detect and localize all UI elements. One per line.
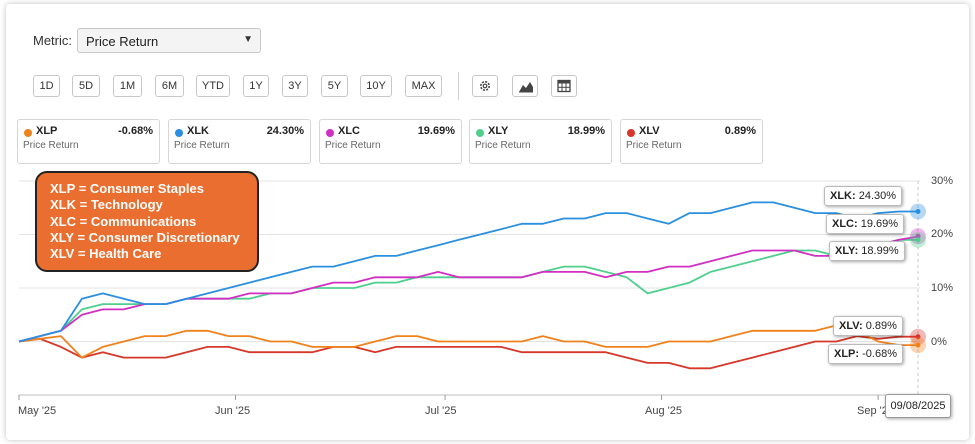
x-tick-label: Aug '25 xyxy=(645,405,682,417)
crosshair-date-label: 09/08/2025 xyxy=(885,394,951,418)
legend-note-line: XLY = Consumer Discretionary xyxy=(50,229,240,245)
sector-legend-note: XLP = Consumer Staples XLK = Technology … xyxy=(35,171,259,272)
y-tick-label: 0% xyxy=(931,336,947,348)
series-end-point-xlk xyxy=(915,208,921,214)
legend-note-line: XLC = Communications xyxy=(50,213,197,229)
x-tick-label: Jun '25 xyxy=(215,405,251,417)
x-tick-label: Jul '25 xyxy=(425,405,457,417)
end-label-xlc: XLC: 19.69% xyxy=(826,214,905,234)
legend-note-line: XLK = Technology xyxy=(50,197,163,213)
series-end-point-xlp xyxy=(915,342,921,348)
legend-note-line: XLV = Health Care xyxy=(50,246,162,262)
y-tick-label: 30% xyxy=(931,175,954,187)
y-tick-label: 20% xyxy=(931,228,954,240)
end-label-xly: XLY: 18.99% xyxy=(829,241,905,261)
y-tick-label: 10% xyxy=(931,282,954,294)
legend-note-line: XLP = Consumer Staples xyxy=(50,181,205,196)
series-end-point-xly xyxy=(915,237,921,243)
x-tick-label: May '25 xyxy=(18,405,57,417)
end-label-xlv: XLV: 0.89% xyxy=(833,316,903,336)
end-label-xlp: XLP: -0.68% xyxy=(828,344,903,364)
end-label-xlk: XLK: 24.30% xyxy=(824,186,903,206)
